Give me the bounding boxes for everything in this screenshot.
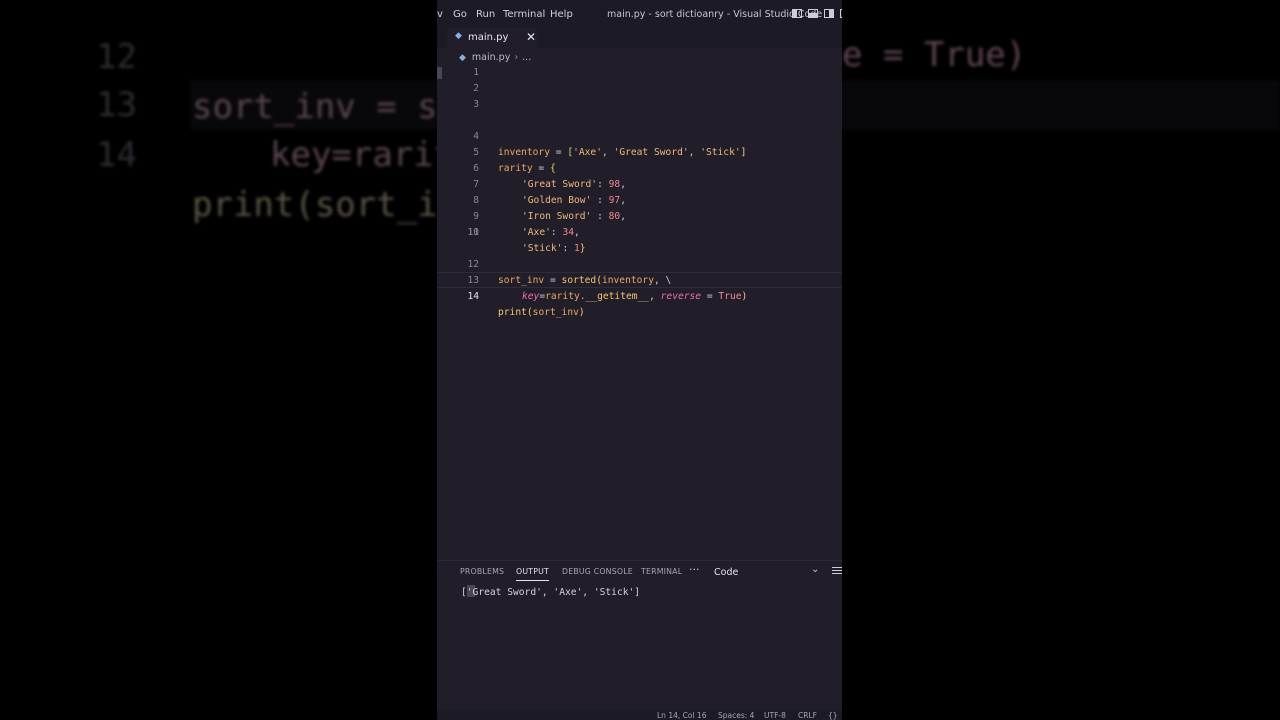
status-language-icon[interactable]: {} <box>828 711 838 720</box>
toggle-primary-sidebar-icon[interactable] <box>792 9 802 18</box>
background-line-number: 13 <box>96 85 137 125</box>
background-code: print(sort_in <box>192 185 459 225</box>
code-line: 5 rarity = { <box>437 129 842 174</box>
title-bar: v Go Run Terminal Help main.py - sort di… <box>437 0 842 28</box>
background-line-number: 12 <box>96 37 137 77</box>
vscode-window: v Go Run Terminal Help main.py - sort di… <box>437 0 842 720</box>
breadcrumb: ◆ main.py ›... <box>459 52 531 66</box>
token: ) <box>578 307 585 318</box>
tab-label: main.py <box>468 32 509 43</box>
background-line-number: 14 <box>96 135 137 175</box>
token: sort_inv <box>532 307 579 318</box>
token: reverse <box>660 291 702 302</box>
menu-help[interactable]: Help <box>550 9 573 20</box>
status-encoding[interactable]: UTF-8 <box>764 711 786 720</box>
token: ) <box>741 291 748 302</box>
token: rarity. <box>545 291 586 302</box>
background-code: sort_inv = so <box>192 87 459 127</box>
line-number: 3 <box>473 99 479 110</box>
line-number: 1 <box>473 67 479 78</box>
output-text-rest: 'Great Sword', 'Axe', 'Stick'] <box>466 587 641 598</box>
code-editor[interactable]: 1 2 3 4 inventory = ['Axe', 'Great Sword… <box>437 65 842 318</box>
breadcrumb-more[interactable]: ... <box>522 52 531 63</box>
code-line: 6 'Great Sword': 98, <box>437 145 842 190</box>
toggle-secondary-sidebar-icon[interactable] <box>824 9 834 18</box>
toggle-panel-icon[interactable] <box>808 9 818 18</box>
background-line-14: 14 print(sort_in <box>0 80 458 225</box>
close-tab-icon[interactable]: ✕ <box>526 30 536 44</box>
tab-terminal[interactable]: TERMINAL <box>641 567 682 576</box>
code-line: 12 sort_inv = sorted(inventory, \ <box>437 241 842 286</box>
code-line-current: 14 print(sort_inv) <box>437 272 842 318</box>
customize-layout-icon[interactable] <box>840 9 842 18</box>
chevron-down-icon[interactable]: ⌄ <box>811 564 819 575</box>
line-number: 2 <box>473 83 479 94</box>
output-text: ['Great Sword', 'Axe', 'Stick'] <box>461 585 640 598</box>
token: key <box>522 291 540 302</box>
python-file-icon: ◆ <box>455 31 462 41</box>
background-code-right: e = True) <box>842 35 1027 75</box>
code-line: 2 <box>437 81 842 97</box>
more-actions-icon[interactable]: ··· <box>689 563 700 576</box>
line-number: 14 <box>467 291 479 302</box>
code-text: print(sort_inv) <box>498 305 585 321</box>
status-eol[interactable]: CRLF <box>798 711 817 720</box>
window-title: main.py - sort dictioanry - Visual Studi… <box>607 9 823 20</box>
status-cursor-position[interactable]: Ln 14, Col 16 <box>657 711 706 720</box>
token: = <box>701 291 719 302</box>
token: __getitem__ <box>585 291 650 302</box>
output-channel-select[interactable]: Code <box>714 567 738 578</box>
bottom-panel: PROBLEMS OUTPUT DEBUG CONSOLE TERMINAL ·… <box>437 560 842 711</box>
menu-terminal[interactable]: Terminal <box>503 9 545 20</box>
breadcrumb-separator: › <box>514 52 519 63</box>
menu-go[interactable]: Go <box>453 9 467 20</box>
editor-tab-bar: ◆ main.py ✕ <box>437 28 842 48</box>
tab-main-py[interactable]: ◆ main.py ✕ <box>447 28 537 48</box>
code-line: 11 <box>437 225 842 241</box>
tab-problems[interactable]: PROBLEMS <box>460 567 504 576</box>
tab-debug-console[interactable]: DEBUG CONSOLE <box>562 567 633 576</box>
token: True <box>718 291 742 302</box>
background-line-12: 12 sort_inv = so <box>0 0 458 127</box>
token: , <box>649 291 661 302</box>
token: print <box>498 307 527 318</box>
code-line: 13 key=rarity.__getitem__, reverse = Tru… <box>437 257 842 302</box>
code-line: 9 'Axe': 34, <box>437 193 842 238</box>
code-text: key=rarity.__getitem__, reverse = True) <box>498 289 747 305</box>
menu-view[interactable]: v <box>437 9 443 20</box>
status-indentation[interactable]: Spaces: 4 <box>718 711 754 720</box>
code-line: 3 <box>437 97 842 113</box>
output-lines-icon[interactable] <box>832 567 842 575</box>
code-line: 1 <box>437 65 842 81</box>
code-line: 7 'Golden Bow' : 97, <box>437 161 842 206</box>
code-line: 8 'Iron Sword' : 80, <box>437 177 842 222</box>
status-bar: Ln 14, Col 16 Spaces: 4 UTF-8 CRLF {} <box>437 710 842 720</box>
background-code: key=rarit <box>270 135 455 175</box>
line-number: 11 <box>467 227 479 238</box>
python-file-icon: ◆ <box>459 53 466 63</box>
menu-run[interactable]: Run <box>476 9 495 20</box>
background-line-13: 13 key=rarit <box>0 30 454 175</box>
breadcrumb-file[interactable]: main.py <box>472 52 510 63</box>
code-line: 4 inventory = ['Axe', 'Great Sword', 'St… <box>437 113 842 158</box>
tab-output[interactable]: OUTPUT <box>516 567 549 581</box>
code-line: 10 'Stick': 1} <box>437 209 842 254</box>
